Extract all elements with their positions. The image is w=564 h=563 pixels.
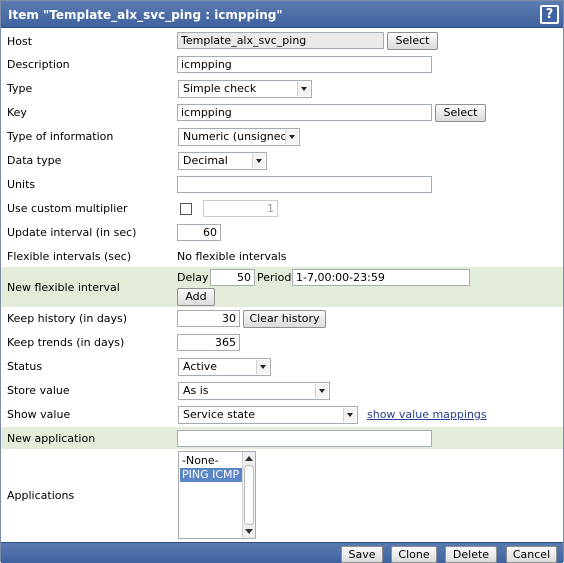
chevron-down-icon: [343, 408, 356, 422]
new-application-field[interactable]: [177, 430, 432, 447]
key-field[interactable]: [177, 104, 432, 121]
new-flexible-interval-label: New flexible interval: [7, 281, 120, 294]
period-label: Period: [257, 271, 292, 284]
type-select-value: Simple check: [183, 82, 257, 95]
show-value-label: Show value: [7, 408, 71, 421]
scroll-thumb[interactable]: [244, 465, 254, 525]
row-new-application: New application: [1, 427, 563, 449]
data-type-label: Data type: [7, 154, 62, 167]
list-item[interactable]: -None-: [180, 454, 242, 468]
host-select-button[interactable]: Select: [387, 32, 438, 50]
status-value: Active: [183, 360, 218, 373]
type-of-information-label: Type of information: [7, 130, 114, 143]
key-select-button[interactable]: Select: [435, 104, 486, 122]
row-type: Type Simple check: [1, 80, 563, 100]
description-field[interactable]: [177, 56, 432, 73]
form-footer: Save Clone Delete Cancel: [1, 542, 563, 563]
data-type-select[interactable]: Decimal: [178, 152, 267, 170]
row-units: Units: [1, 176, 563, 196]
chevron-down-icon: [285, 130, 298, 144]
units-field[interactable]: [177, 176, 432, 193]
chevron-down-icon: [297, 82, 310, 96]
new-application-label: New application: [7, 432, 96, 445]
delay-label: Delay: [177, 271, 209, 284]
row-store-value: Store value As is: [1, 382, 563, 402]
type-select[interactable]: Simple check: [178, 80, 312, 98]
row-data-type: Data type Decimal: [1, 152, 563, 172]
delete-button[interactable]: Delete: [445, 546, 497, 563]
store-value-label: Store value: [7, 384, 70, 397]
units-label: Units: [7, 178, 36, 191]
row-status: Status Active: [1, 358, 563, 378]
row-key: Key Select: [1, 104, 563, 124]
chevron-down-icon: [252, 154, 265, 168]
multiplier-field[interactable]: [203, 200, 278, 217]
applications-listbox[interactable]: -None- PING ICMP: [178, 451, 256, 539]
row-custom-multiplier: Use custom multiplier: [1, 200, 563, 220]
custom-multiplier-label: Use custom multiplier: [7, 202, 128, 215]
show-value-mappings-link[interactable]: show value mappings: [367, 408, 487, 421]
list-item[interactable]: PING ICMP: [180, 468, 242, 482]
delay-field[interactable]: [210, 269, 255, 286]
row-description: Description: [1, 56, 563, 76]
key-label: Key: [7, 106, 27, 119]
period-field[interactable]: [292, 269, 470, 286]
type-of-information-select[interactable]: Numeric (unsigned): [178, 128, 300, 146]
show-value-select[interactable]: Service state: [178, 406, 358, 424]
row-new-flexible-interval: New flexible interval Delay Period Add: [1, 267, 563, 307]
cancel-button[interactable]: Cancel: [506, 546, 557, 563]
title-bar: Item "Template_alx_svc_ping : icmpping" …: [1, 1, 563, 28]
description-label: Description: [7, 58, 70, 71]
window-title: Item "Template_alx_svc_ping : icmpping": [8, 8, 283, 22]
chevron-down-icon: [256, 360, 269, 374]
scroll-up-icon[interactable]: [245, 456, 253, 461]
flexible-intervals-value: No flexible intervals: [177, 250, 287, 263]
row-type-of-information: Type of information Numeric (unsigned): [1, 128, 563, 148]
row-flexible-intervals: Flexible intervals (sec) No flexible int…: [1, 248, 563, 268]
custom-multiplier-checkbox[interactable]: [180, 203, 192, 215]
help-button[interactable]: ?: [540, 5, 559, 24]
save-button[interactable]: Save: [341, 546, 383, 563]
store-value-select[interactable]: As is: [178, 382, 330, 400]
keep-history-field[interactable]: [177, 310, 240, 327]
type-label: Type: [7, 82, 33, 95]
host-field[interactable]: [177, 32, 384, 49]
status-select[interactable]: Active: [178, 358, 271, 376]
add-interval-button[interactable]: Add: [177, 288, 215, 306]
flexible-intervals-label: Flexible intervals (sec): [7, 250, 132, 263]
keep-trends-label: Keep trends (in days): [7, 336, 125, 349]
type-of-information-value: Numeric (unsigned): [183, 130, 292, 143]
clone-button[interactable]: Clone: [391, 546, 437, 563]
status-label: Status: [7, 360, 43, 373]
update-interval-field[interactable]: [177, 224, 221, 241]
update-interval-label: Update interval (in sec): [7, 226, 137, 239]
clear-history-button[interactable]: Clear history: [243, 310, 326, 328]
row-update-interval: Update interval (in sec): [1, 224, 563, 244]
host-label: Host: [7, 35, 33, 48]
scrollbar[interactable]: [242, 452, 255, 538]
keep-history-label: Keep history (in days): [7, 312, 128, 325]
item-form-window: Item "Template_alx_svc_ping : icmpping" …: [0, 0, 564, 563]
keep-trends-field[interactable]: [177, 334, 240, 351]
store-value-value: As is: [183, 384, 209, 397]
row-keep-trends: Keep trends (in days): [1, 334, 563, 354]
data-type-value: Decimal: [183, 154, 228, 167]
chevron-down-icon: [315, 384, 328, 398]
show-value-value: Service state: [183, 408, 256, 421]
scroll-down-icon[interactable]: [245, 529, 253, 534]
row-host: Host Select: [1, 32, 563, 52]
applications-label: Applications: [7, 489, 75, 502]
row-show-value: Show value Service state show value mapp…: [1, 406, 563, 426]
row-keep-history: Keep history (in days) Clear history: [1, 310, 563, 330]
